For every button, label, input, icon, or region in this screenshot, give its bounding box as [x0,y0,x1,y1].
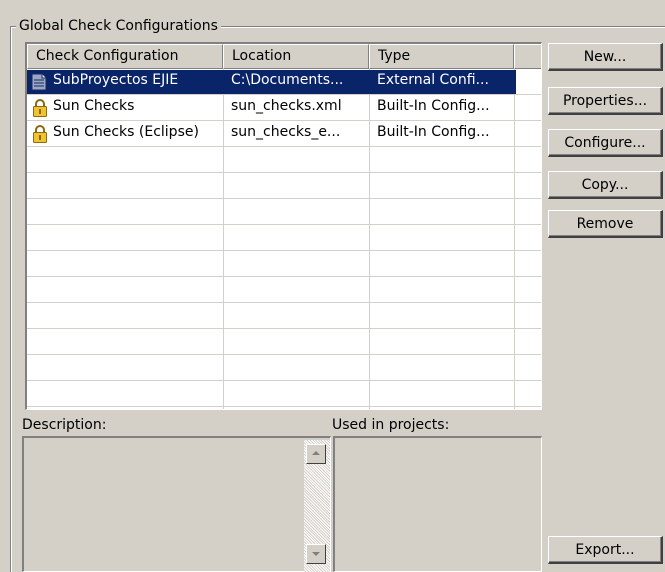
table-row[interactable]: Sun Checks (Eclipse) sun_checks_e... Bui… [27,121,541,146]
scroll-up-button[interactable] [306,444,326,464]
column-header-filler [514,44,541,69]
cell-check-configuration: Sun Checks [53,98,135,114]
document-icon [31,73,47,91]
cell-type: Built-In Config... [377,124,490,140]
cell-location: C:\Documents... [231,72,344,88]
cell-location: sun_checks.xml [231,98,342,114]
grid-line [27,302,541,303]
table-header: Check Configuration Location Type [27,44,541,69]
grid-line [27,198,541,199]
description-textarea[interactable] [22,436,331,572]
remove-button[interactable]: Remove [548,210,663,238]
copy-button[interactable]: Copy... [548,171,663,199]
cell-type: Built-In Config... [377,98,490,114]
grid-line [27,406,541,407]
description-scrollbar[interactable] [304,440,330,572]
arrow-down-icon [312,552,320,556]
grid-line [27,172,541,173]
new-button[interactable]: New... [548,43,663,71]
used-in-projects-label: Used in projects: [332,417,450,433]
used-in-projects-list[interactable] [333,436,542,572]
grid-line [27,146,541,147]
lock-icon [33,125,47,143]
grid-line [27,328,541,329]
grid-line [27,354,541,355]
export-button[interactable]: Export... [548,536,663,564]
arrow-up-icon [312,451,320,455]
table-row[interactable]: SubProyectos EJIE C:\Documents... Extern… [27,69,541,94]
grid-line [27,380,541,381]
check-configurations-table[interactable]: Check Configuration Location Type SubPro… [25,42,542,410]
grid-line [27,250,541,251]
grid-line [27,224,541,225]
cell-check-configuration: SubProyectos EJIE [53,72,179,88]
table-row[interactable]: Sun Checks sun_checks.xml Built-In Confi… [27,95,541,120]
cell-type: External Confi... [377,72,489,88]
lock-icon [33,99,47,117]
cell-check-configuration: Sun Checks (Eclipse) [53,124,199,140]
column-header-check-configuration[interactable]: Check Configuration [27,44,223,69]
configure-button[interactable]: Configure... [548,129,663,157]
properties-button[interactable]: Properties... [548,87,663,115]
group-title: Global Check Configurations [16,18,221,34]
grid-line [27,276,541,277]
cell-location: sun_checks_e... [231,124,341,140]
column-header-location[interactable]: Location [223,44,369,69]
description-label: Description: [22,417,107,433]
column-header-type[interactable]: Type [369,44,514,69]
scroll-down-button[interactable] [306,544,326,564]
